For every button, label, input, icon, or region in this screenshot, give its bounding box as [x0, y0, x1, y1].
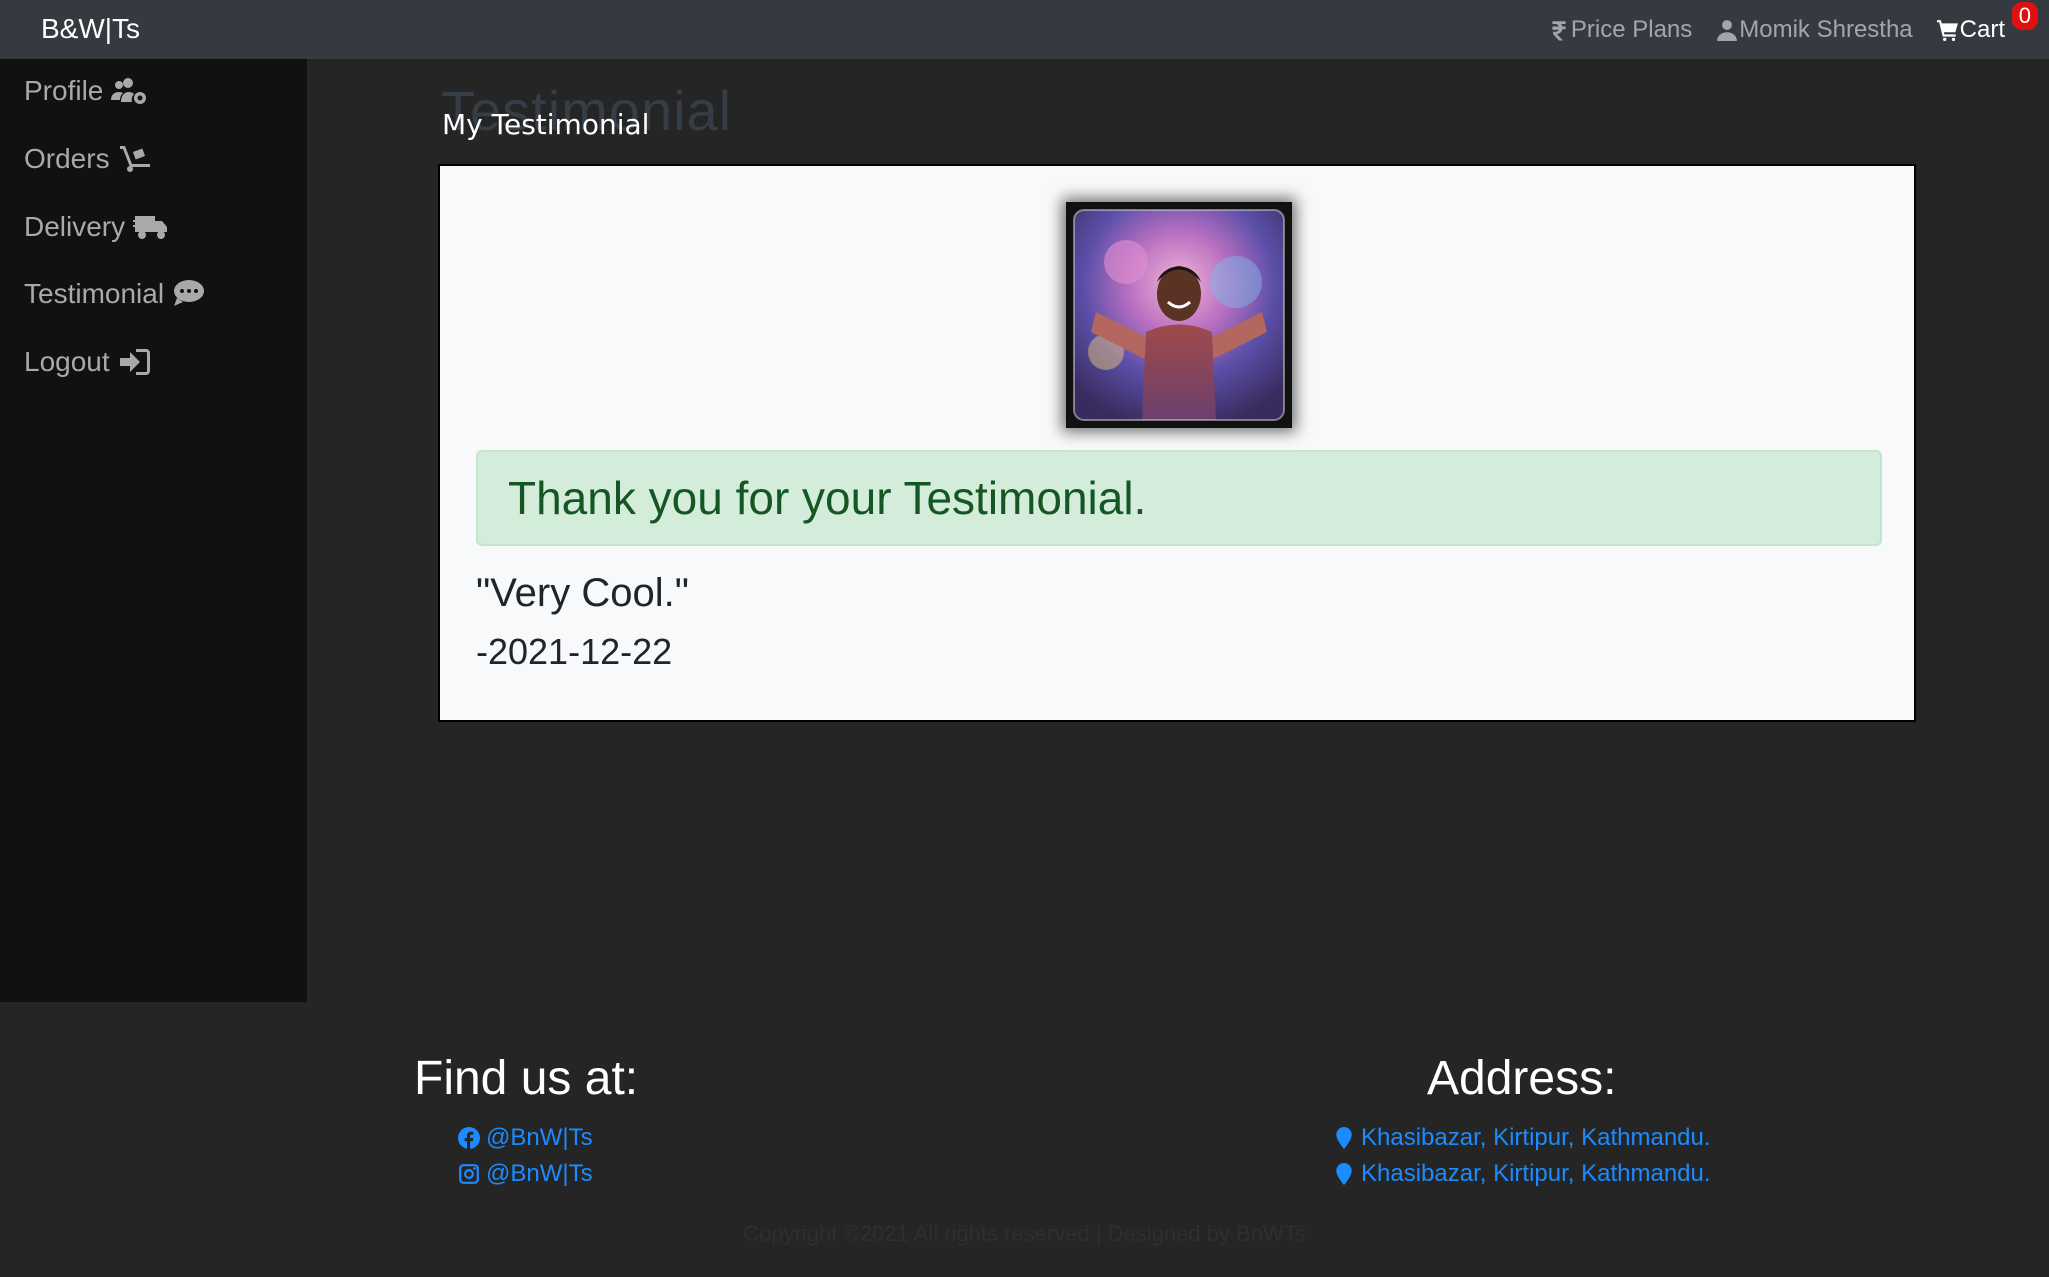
- address-link-2[interactable]: Khasibazar, Kirtipur, Kathmandu.: [1333, 1160, 1711, 1188]
- facebook-icon: [458, 1127, 480, 1149]
- map-marker-icon: [1336, 1163, 1352, 1185]
- page-title: My Testimonial: [442, 108, 650, 141]
- instagram-icon: [459, 1164, 479, 1184]
- instagram-link[interactable]: @BnW|Ts: [458, 1160, 593, 1188]
- user-profile-link[interactable]: Momik Shrestha: [1716, 15, 1913, 44]
- user-avatar: [1066, 202, 1292, 428]
- find-us-heading: Find us at:: [414, 1052, 639, 1105]
- shopping-cart-icon: [1936, 19, 1958, 41]
- cart-count-badge: 0: [2011, 1, 2038, 30]
- users-cog-icon: [111, 78, 147, 104]
- sidebar-item-label: Testimonial: [24, 278, 165, 309]
- success-alert: Thank you for your Testimonial.: [476, 450, 1882, 546]
- sidebar-item-testimonial[interactable]: Testimonial: [24, 278, 208, 310]
- sidebar-item-orders[interactable]: Orders: [24, 143, 154, 175]
- instagram-handle: @BnW|Ts: [486, 1160, 593, 1187]
- testimonial-card: Thank you for your Testimonial. "Very Co…: [438, 164, 1916, 722]
- address-text: Khasibazar, Kirtipur, Kathmandu.: [1361, 1124, 1711, 1151]
- testimonial-date: -2021-12-22: [476, 631, 673, 672]
- copyright-text: Copyright ©2021 All rights reserved | De…: [743, 1221, 1306, 1246]
- user-icon: [1717, 19, 1738, 41]
- price-plans-link[interactable]: Price Plans: [1548, 16, 1692, 44]
- truck-icon: [133, 216, 168, 239]
- sidebar-item-label: Profile: [24, 75, 104, 106]
- address-text: Khasibazar, Kirtipur, Kathmandu.: [1361, 1160, 1711, 1187]
- sidebar-item-label: Delivery: [24, 211, 126, 242]
- sidebar-item-label: Orders: [24, 143, 110, 174]
- top-navbar: B&W|Ts Price Plans Momik Shrestha Cart 0: [0, 0, 2049, 59]
- sidebar-item-delivery[interactable]: Delivery: [24, 211, 169, 243]
- comment-icon: [174, 280, 205, 306]
- user-name-label: Momik Shrestha: [1739, 15, 1913, 43]
- sidebar-item-label: Logout: [24, 346, 110, 377]
- sidebar-item-logout[interactable]: Logout: [24, 346, 154, 378]
- sidebar: Profile Orders Delivery Testimonial Logo…: [0, 59, 307, 1002]
- sidebar-item-profile[interactable]: Profile: [24, 75, 147, 107]
- dolly-icon: [119, 146, 150, 172]
- facebook-handle: @BnW|Ts: [486, 1124, 593, 1151]
- testimonial-quote: "Very Cool.": [476, 571, 689, 615]
- rupee-icon: [1552, 20, 1566, 40]
- address-link-1[interactable]: Khasibazar, Kirtipur, Kathmandu.: [1333, 1124, 1711, 1152]
- navbar-links: Price Plans Momik Shrestha Cart 0: [1548, 0, 2038, 59]
- sign-in-icon: [119, 349, 150, 375]
- map-marker-icon: [1336, 1127, 1352, 1149]
- facebook-link[interactable]: @BnW|Ts: [458, 1124, 593, 1152]
- cart-link[interactable]: Cart 0: [1936, 1, 2038, 44]
- price-plans-label: Price Plans: [1570, 15, 1693, 43]
- brand-logo[interactable]: B&W|Ts: [41, 13, 140, 45]
- address-heading: Address:: [1427, 1052, 1617, 1105]
- cart-label: Cart: [1959, 15, 2005, 43]
